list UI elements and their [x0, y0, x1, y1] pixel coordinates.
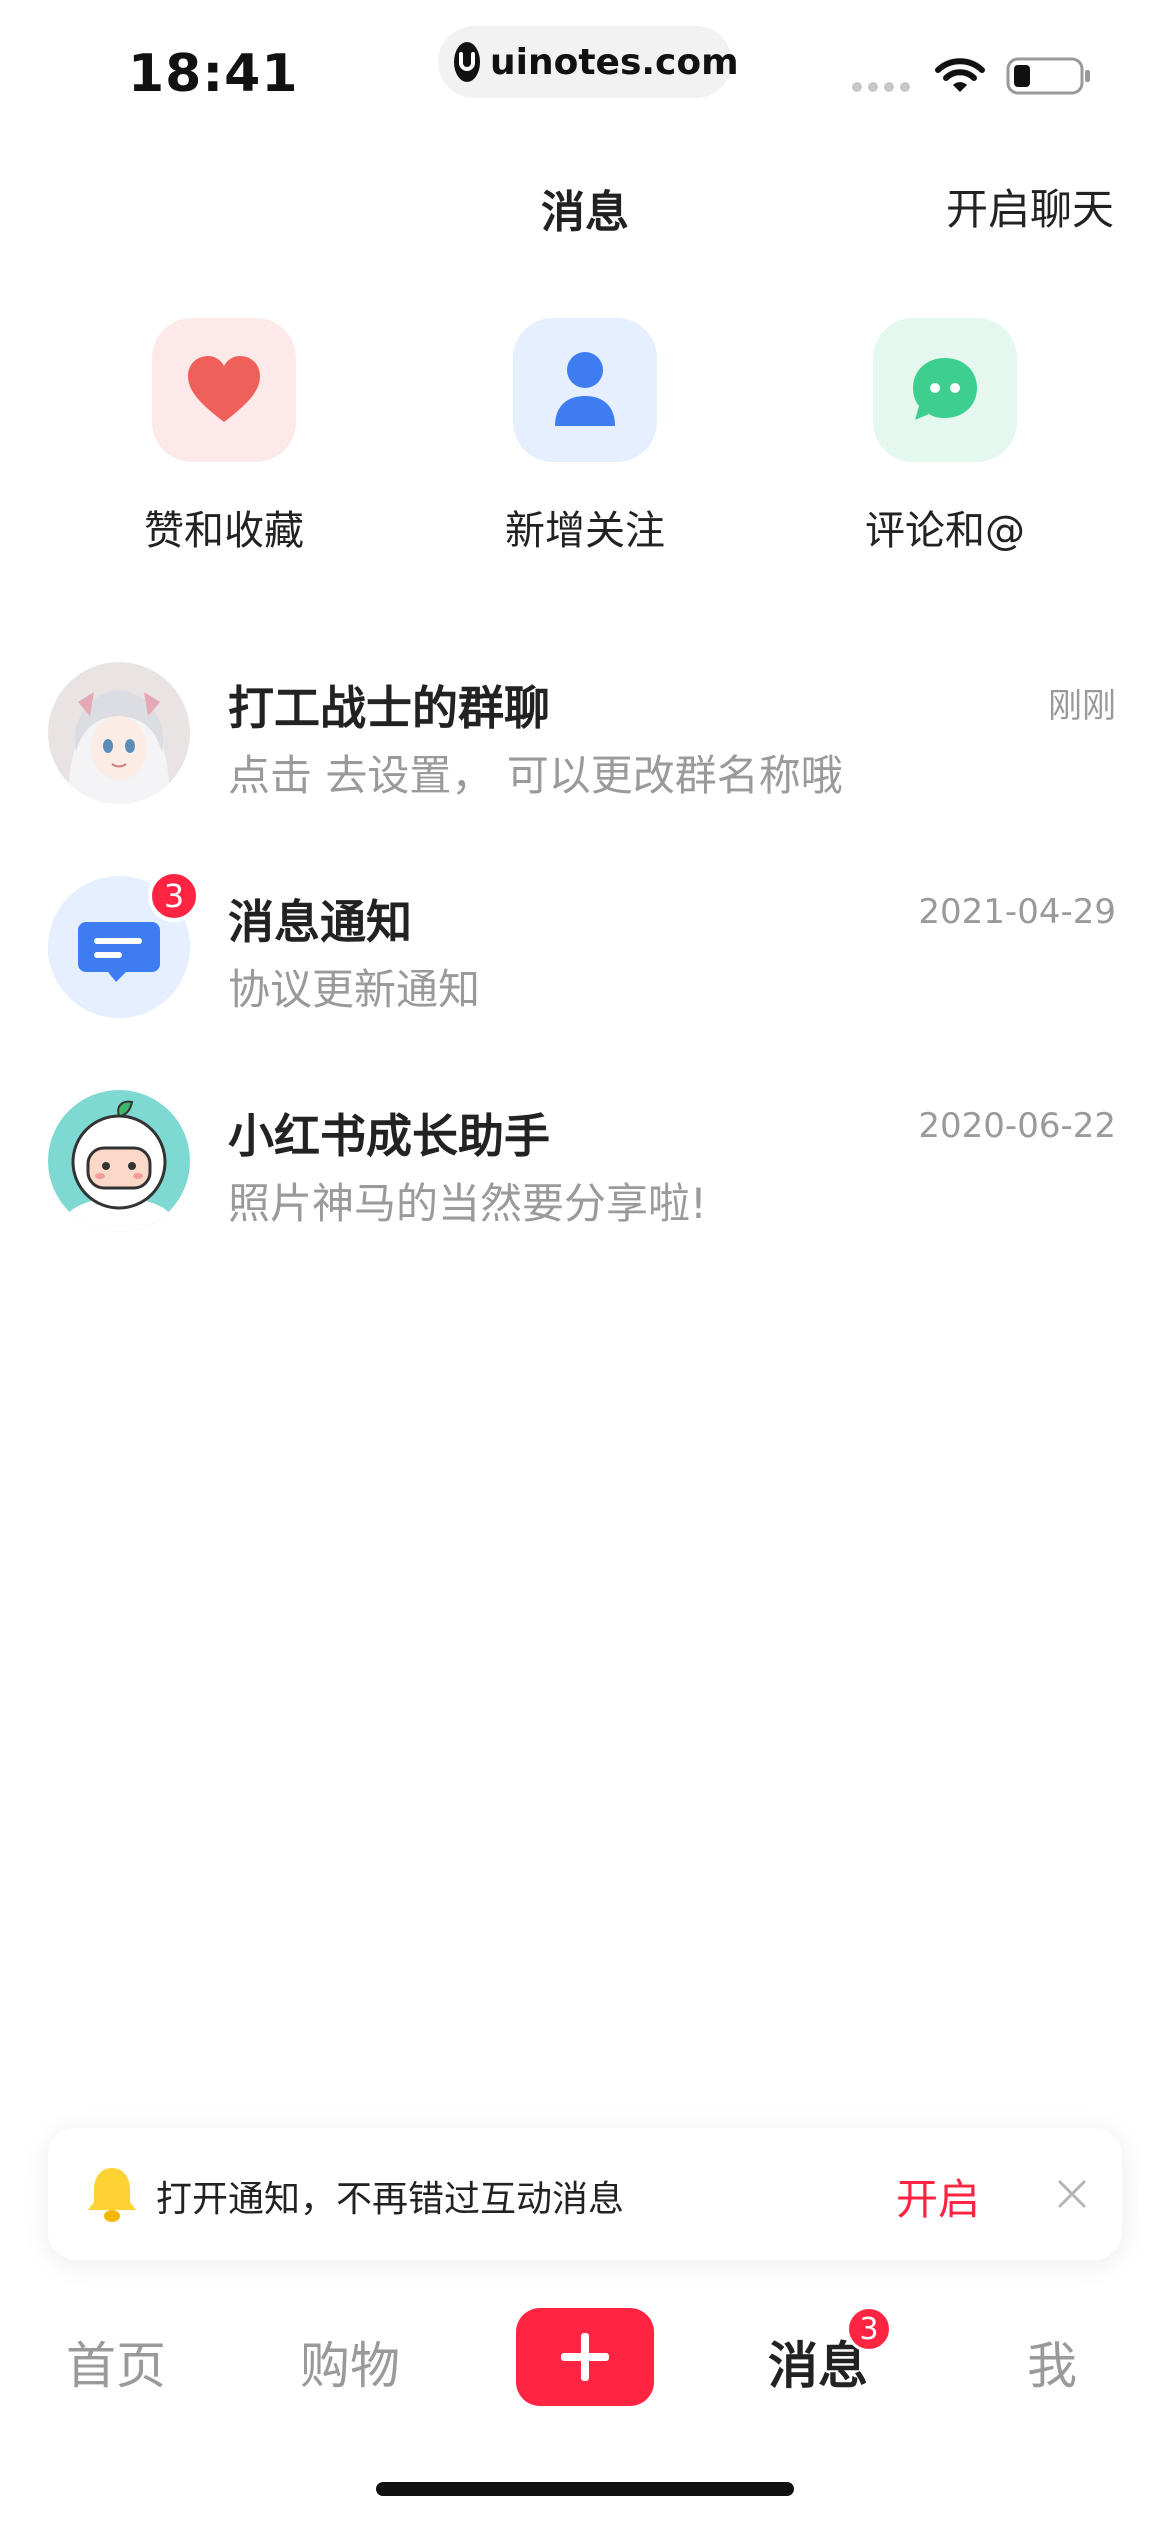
wifi-icon [935, 58, 985, 92]
url-text: uinotes.com [490, 41, 739, 83]
conversation-name: 消息通知 [228, 895, 412, 949]
likes-tile [152, 318, 296, 462]
person-icon [555, 352, 615, 426]
category-label: 新增关注 [505, 508, 665, 554]
chat-icon [913, 358, 977, 420]
publish-button[interactable] [516, 2308, 654, 2406]
url-pill[interactable]: uinotes.com [438, 26, 739, 98]
category-label: 评论和@ [865, 508, 1025, 554]
home-indicator [376, 2482, 794, 2496]
conversation-time: 2020-06-22 [918, 1106, 1116, 1146]
conversation-preview: 协议更新通知 [228, 965, 481, 1014]
conversation-preview: 照片神马的当然要分享啦! [228, 1179, 707, 1228]
conversation-growth-assistant[interactable]: 小红书成长助手 照片神马的当然要分享啦! 2020-06-22 [0, 1090, 1170, 1260]
uinotes-logo-icon [454, 42, 480, 82]
heart-icon [188, 356, 260, 422]
plus-icon [561, 2333, 609, 2381]
notify-text: 打开通知，不再错过互动消息 [156, 2179, 625, 2220]
bottom-tab-bar: 首页 购物 消息 3 我 [0, 2290, 1170, 2440]
assistant-avatar [48, 1090, 190, 1232]
bell-icon [88, 2168, 136, 2222]
tab-home[interactable]: 首页 [36, 2326, 196, 2398]
enable-notifications-banner: 打开通知，不再错过互动消息 开启 [48, 2128, 1122, 2260]
status-bar: 18:41 uinotes.com [0, 0, 1170, 150]
conversation-preview: 点击 去设置， 可以更改群名称哦 [228, 751, 843, 800]
unread-badge: 3 [148, 870, 200, 922]
tab-shop[interactable]: 购物 [270, 2326, 430, 2398]
enable-notifications-button[interactable]: 开启 [896, 2166, 980, 2227]
conversation-notifications[interactable]: 3 消息通知 协议更新通知 2021-04-29 [0, 870, 1170, 1046]
category-comments-mentions[interactable]: 评论和@ [815, 318, 1075, 556]
conversation-name: 小红书成长助手 [228, 1109, 550, 1163]
close-icon[interactable] [1048, 2170, 1096, 2218]
start-chat-button[interactable]: 开启聊天 [946, 176, 1114, 237]
battery-icon [1006, 57, 1090, 95]
conversation-time: 刚刚 [1048, 686, 1116, 726]
category-new-followers[interactable]: 新增关注 [455, 318, 715, 556]
messages-badge: 3 [846, 2306, 892, 2352]
followers-tile [513, 318, 657, 462]
category-likes-favorites[interactable]: 赞和收藏 [94, 318, 354, 556]
conversation-name: 打工战士的群聊 [228, 681, 550, 735]
tab-me[interactable]: 我 [972, 2326, 1132, 2398]
conversation-time: 2021-04-29 [918, 892, 1116, 932]
status-time: 18:41 [128, 44, 299, 104]
comments-tile [873, 318, 1017, 462]
signal-icon [852, 82, 910, 92]
category-label: 赞和收藏 [144, 508, 304, 554]
conversation-group-chat[interactable]: 打工战士的群聊 点击 去设置， 可以更改群名称哦 刚刚 [0, 662, 1170, 832]
message-categories: 赞和收藏 新增关注 评论和@ [0, 318, 1170, 558]
avatar [48, 662, 190, 804]
